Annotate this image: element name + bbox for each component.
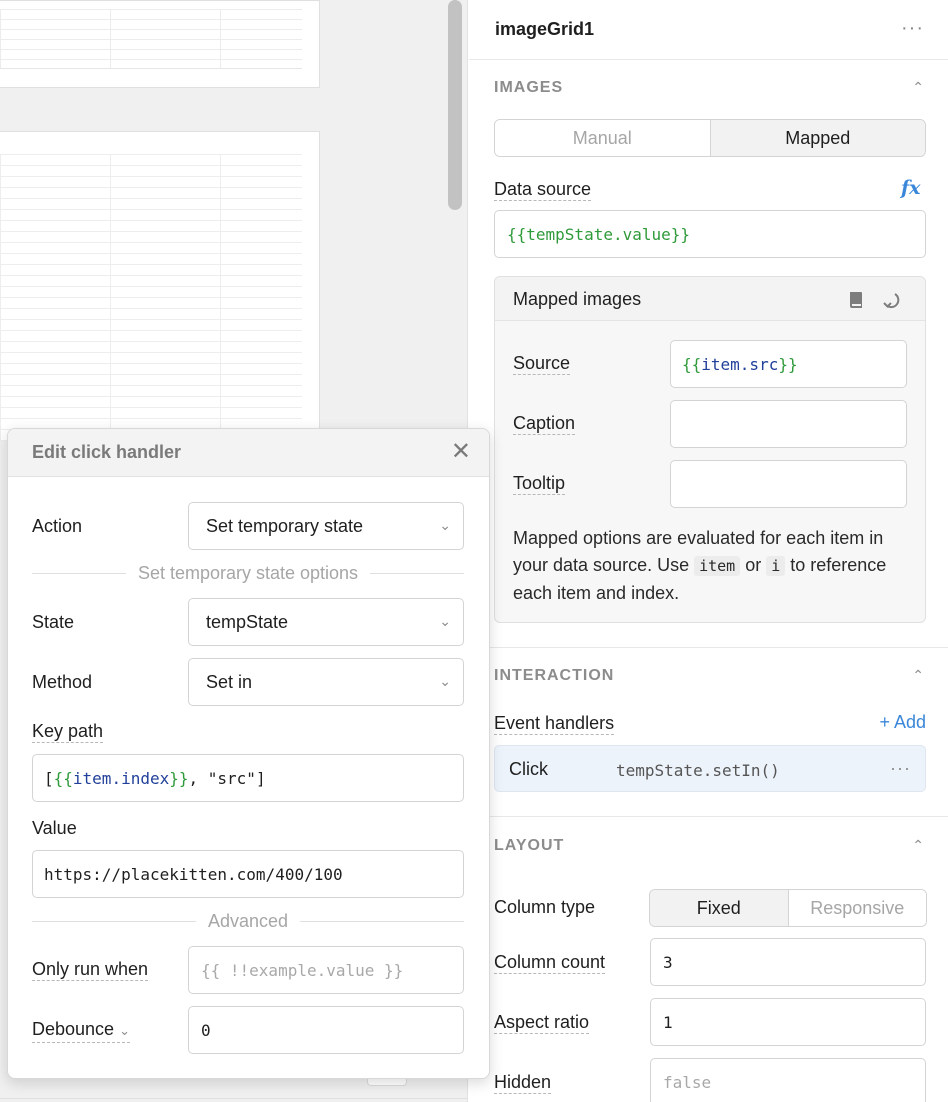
canvas-grid-table bbox=[0, 154, 302, 442]
mapped-help-text: Mapped options are evaluated for each it… bbox=[513, 528, 887, 603]
event-handler-row[interactable]: Click tempState.setIn() ··· bbox=[494, 745, 926, 792]
column-type-label: Column type bbox=[494, 897, 596, 917]
canvas-grid-top bbox=[0, 9, 302, 69]
only-run-when-label: Only run when bbox=[32, 959, 149, 981]
method-select[interactable]: Set in ⌄ bbox=[188, 658, 464, 706]
tooltip-label: Tooltip bbox=[513, 473, 566, 495]
mode-tab-manual[interactable]: Manual bbox=[495, 120, 710, 156]
edit-click-handler-modal: Edit click handler ✕ Action Set temporar… bbox=[7, 428, 490, 1079]
code-chip-item: item bbox=[694, 556, 741, 576]
only-run-when-input[interactable]: {{ !!example.value }} bbox=[188, 946, 464, 994]
modal-title: Edit click handler bbox=[32, 442, 182, 462]
value-label: Value bbox=[32, 818, 77, 838]
aspect-ratio-label: Aspect ratio bbox=[494, 1012, 590, 1034]
fx-icon[interactable]: fx bbox=[901, 177, 921, 199]
reset-icon[interactable] bbox=[881, 290, 901, 310]
mapped-images-header: Mapped images bbox=[495, 277, 925, 321]
state-select[interactable]: tempState ⌄ bbox=[188, 598, 464, 646]
canvas-component-top[interactable] bbox=[0, 0, 320, 88]
handler-action: tempState.setIn() bbox=[616, 761, 780, 780]
inspector-header: imageGrid1 ··· bbox=[469, 0, 948, 60]
modal-header: Edit click handler ✕ bbox=[8, 429, 489, 477]
event-handlers-label: Event handlers bbox=[494, 713, 615, 735]
source-label: Source bbox=[513, 353, 571, 375]
handler-event: Click bbox=[509, 759, 548, 779]
images-section-heading[interactable]: IMAGES bbox=[494, 79, 563, 97]
hidden-label: Hidden bbox=[494, 1072, 552, 1094]
canvas-scrollbar[interactable] bbox=[448, 0, 462, 210]
key-path-label: Key path bbox=[32, 721, 104, 743]
tooltip-input[interactable] bbox=[670, 460, 907, 508]
mode-tab-mapped[interactable]: Mapped bbox=[709, 120, 925, 156]
chevron-up-icon[interactable]: ⌃ bbox=[912, 79, 924, 96]
more-dots-icon[interactable]: ··· bbox=[890, 759, 911, 777]
chevron-down-icon: ⌄ bbox=[439, 673, 451, 689]
state-label: State bbox=[32, 612, 75, 632]
section-divider bbox=[469, 647, 948, 648]
close-icon[interactable]: ✕ bbox=[451, 440, 471, 464]
data-source-label: Data source bbox=[494, 179, 592, 201]
column-type-responsive[interactable]: Responsive bbox=[788, 890, 926, 926]
inspector-panel: imageGrid1 ··· IMAGES ⌃ Manual Mapped Da… bbox=[469, 0, 948, 1102]
caption-label: Caption bbox=[513, 413, 576, 435]
chevron-up-icon[interactable]: ⌃ bbox=[912, 837, 924, 854]
mapped-images-panel: Mapped images Source {{item.src}} Captio… bbox=[494, 276, 926, 623]
canvas-bottom-divider bbox=[0, 1098, 468, 1099]
interaction-section-heading[interactable]: INTERACTION bbox=[494, 667, 614, 685]
chevron-up-icon[interactable]: ⌃ bbox=[912, 667, 924, 684]
column-count-label: Column count bbox=[494, 952, 606, 974]
aspect-ratio-input[interactable]: 1 bbox=[650, 998, 926, 1046]
key-path-input[interactable]: [{{item.index}}, "src"] bbox=[32, 754, 464, 802]
debounce-input[interactable]: 0 bbox=[188, 1006, 464, 1054]
chevron-down-icon: ⌄ bbox=[439, 517, 451, 533]
options-separator: Set temporary state options bbox=[32, 562, 464, 584]
column-type-toggle: Fixed Responsive bbox=[649, 889, 927, 927]
action-select[interactable]: Set temporary state ⌄ bbox=[188, 502, 464, 550]
source-input[interactable]: {{item.src}} bbox=[670, 340, 907, 388]
column-count-input[interactable]: 3 bbox=[650, 938, 926, 986]
method-label: Method bbox=[32, 672, 93, 692]
component-name[interactable]: imageGrid1 bbox=[495, 19, 594, 40]
mapped-images-title: Mapped images bbox=[513, 289, 642, 309]
caption-input[interactable] bbox=[670, 400, 907, 448]
value-input[interactable]: https://placekitten.com/400/100 bbox=[32, 850, 464, 898]
debounce-label[interactable]: Debounce ⌄ bbox=[32, 1018, 130, 1043]
data-source-input[interactable]: {{tempState.value}} bbox=[494, 210, 926, 258]
hidden-input[interactable]: false bbox=[650, 1058, 926, 1102]
add-event-handler-button[interactable]: + Add bbox=[879, 712, 926, 733]
chevron-down-icon: ⌄ bbox=[439, 613, 451, 629]
canvas-component-table[interactable] bbox=[0, 131, 320, 442]
advanced-separator: Advanced bbox=[32, 910, 464, 932]
action-label: Action bbox=[32, 516, 83, 536]
book-icon[interactable] bbox=[848, 291, 864, 309]
code-chip-i: i bbox=[766, 556, 786, 576]
section-divider bbox=[469, 816, 948, 817]
layout-section-heading[interactable]: LAYOUT bbox=[494, 837, 564, 855]
image-mode-toggle: Manual Mapped bbox=[494, 119, 926, 157]
column-type-fixed[interactable]: Fixed bbox=[650, 890, 789, 926]
chevron-down-icon: ⌄ bbox=[119, 1023, 130, 1038]
more-dots-icon[interactable]: ··· bbox=[901, 18, 924, 38]
